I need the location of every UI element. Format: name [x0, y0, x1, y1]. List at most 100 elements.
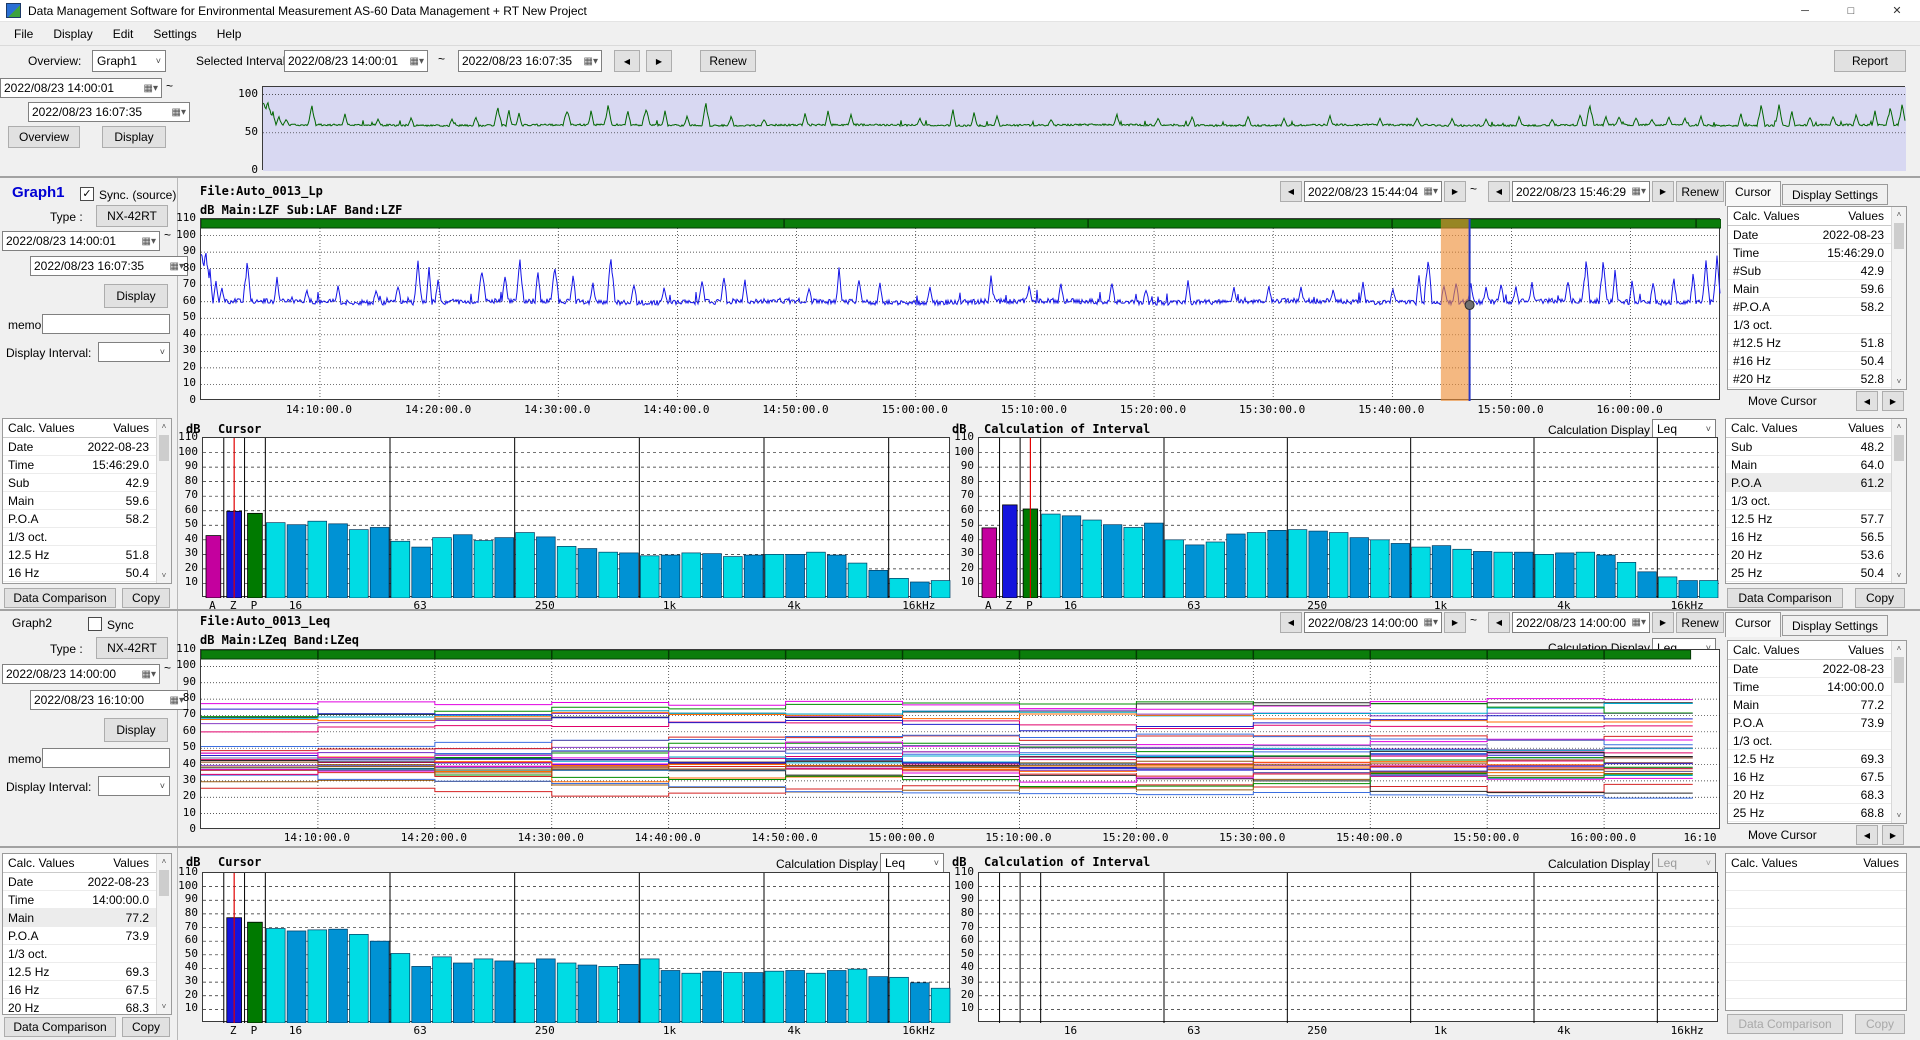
overview-end-date[interactable]: 2022/08/23 16:07:35▦▾ [28, 102, 190, 122]
table-row[interactable]: Main77.2 [1728, 696, 1906, 714]
graph1-nav-end-prev-button[interactable]: ◀ [1488, 181, 1510, 202]
graph1-renew-button[interactable]: Renew [1676, 181, 1724, 202]
menu-edit[interactable]: Edit [103, 24, 144, 44]
selected-interval-start[interactable]: 2022/08/23 14:00:01▦▾ [284, 50, 428, 72]
graph1-move-cursor-left-button[interactable]: ◀ [1856, 391, 1878, 411]
menu-display[interactable]: Display [43, 24, 102, 44]
table-row[interactable]: Main64.0 [1726, 456, 1906, 474]
graph2-move-cursor-left-button[interactable]: ◀ [1856, 825, 1878, 845]
menu-help[interactable]: Help [207, 24, 252, 44]
table-row[interactable]: P.O.A73.9 [1728, 714, 1906, 732]
calendar-icon[interactable]: ▦▾ [1424, 186, 1438, 197]
close-button[interactable]: ✕ [1874, 0, 1920, 22]
calendar-icon[interactable]: ▦▾ [584, 56, 598, 67]
interval-bar-chart[interactable] [978, 437, 1718, 597]
table-row[interactable]: 1/3 oct. [1728, 316, 1906, 334]
calendar-icon[interactable]: ▦▾ [142, 669, 156, 680]
graph1-move-cursor-right-button[interactable]: ▶ [1882, 391, 1904, 411]
graph2-cursor-values-table[interactable]: Calc. ValuesValuesDate2022-08-23Time14:0… [1727, 640, 1907, 824]
graph1-nav-start-next-button[interactable]: ▶ [1444, 181, 1466, 202]
table-row[interactable]: 12.5 Hz69.3 [3, 963, 171, 981]
calendar-icon[interactable]: ▦▾ [1632, 617, 1646, 628]
cursor2-bar-chart[interactable] [202, 872, 950, 1022]
bottom-left-calc-display-select[interactable]: Leq˅ [880, 853, 944, 873]
graph2-nav-end-date[interactable]: 2022/08/23 14:00:00▦▾ [1512, 612, 1650, 633]
cursor-bar-chart[interactable] [202, 437, 950, 597]
scrollbar[interactable]: ˄˅ [1891, 207, 1906, 389]
interval-prev-button[interactable]: ◀ [614, 50, 640, 72]
table-row[interactable]: 25 Hz50.4 [1726, 564, 1906, 582]
graph2-memo-input[interactable] [42, 748, 170, 768]
table-row[interactable]: Date2022-08-23 [1728, 226, 1906, 244]
menu-file[interactable]: File [4, 24, 43, 44]
graph2-display-interval-select[interactable]: ˅ [98, 776, 170, 796]
table-row[interactable]: 1/3 oct. [1726, 492, 1906, 510]
scroll-thumb[interactable] [1894, 435, 1904, 461]
mid-left-copy-button[interactable]: Copy [122, 588, 170, 608]
menu-settings[interactable]: Settings [143, 24, 206, 44]
graph2-nav-start-next-button[interactable]: ▶ [1444, 612, 1466, 633]
table-row[interactable]: 25 Hz68.8 [1728, 804, 1906, 822]
graph2-nav-start-prev-button[interactable]: ◀ [1280, 612, 1302, 633]
table-row[interactable]: Main59.6 [3, 492, 171, 510]
scrollbar[interactable]: ˄˅ [1891, 419, 1906, 583]
overview-start-date[interactable]: 2022/08/23 14:00:01▦▾ [0, 78, 162, 98]
mid-left-data-comparison-button[interactable]: Data Comparison [4, 588, 116, 608]
table-row[interactable]: Date2022-08-23 [3, 873, 171, 891]
table-row[interactable]: Main59.6 [1728, 280, 1906, 298]
graph1-calc-values-table[interactable]: Calc. ValuesValuesDate2022-08-23Time15:4… [2, 418, 172, 584]
maximize-button[interactable]: □ [1828, 0, 1874, 22]
bottom-left-copy-button[interactable]: Copy [122, 1017, 170, 1037]
table-row[interactable]: #20 Hz52.8 [1728, 370, 1906, 388]
interval-calc-values-table[interactable]: Calc. ValuesValuesSub48.2Main64.0P.O.A61… [1725, 418, 1907, 584]
graph1-display-button[interactable]: Display [104, 284, 168, 308]
graph1-tab-display-settings[interactable]: Display Settings [1782, 184, 1888, 205]
table-row[interactable]: Main77.2 [3, 909, 171, 927]
selected-interval-end[interactable]: 2022/08/23 16:07:35▦▾ [458, 50, 602, 72]
calendar-icon[interactable]: ▦▾ [1424, 617, 1438, 628]
graph1-tab-cursor[interactable]: Cursor [1725, 181, 1781, 206]
table-row[interactable]: 20 Hz68.3 [3, 999, 171, 1015]
mid-calc-display-select[interactable]: Leq˅ [1652, 419, 1716, 439]
graph2-calc-values-table[interactable]: Calc. ValuesValuesDate2022-08-23Time14:0… [2, 853, 172, 1015]
table-row[interactable]: 1/3 oct. [3, 945, 171, 963]
table-row[interactable]: 20 Hz53.6 [1726, 546, 1906, 564]
table-row[interactable]: Sub42.9 [3, 474, 171, 492]
overview-display-button[interactable]: Display [102, 126, 166, 148]
graph1-nav-start-date[interactable]: 2022/08/23 15:44:04▦▾ [1304, 181, 1442, 202]
graph1-nav-end-next-button[interactable]: ▶ [1652, 181, 1674, 202]
toolbar-renew-button[interactable]: Renew [700, 50, 756, 72]
interval2-bar-chart[interactable] [978, 872, 1718, 1022]
scroll-up-icon[interactable]: ˄ [1892, 420, 1906, 433]
scroll-down-icon[interactable]: ˅ [1892, 809, 1906, 822]
bottom-left-data-comparison-button[interactable]: Data Comparison [4, 1017, 116, 1037]
table-row[interactable]: #12.5 Hz51.8 [1728, 334, 1906, 352]
graph2-tab-display-settings[interactable]: Display Settings [1782, 615, 1888, 636]
graph1-nav-end-date[interactable]: 2022/08/23 15:46:29▦▾ [1512, 181, 1650, 202]
table-row[interactable]: Sub48.2 [1726, 438, 1906, 456]
graph1-type-button[interactable]: NX-42RT [96, 205, 168, 227]
scroll-down-icon[interactable]: ˅ [1892, 569, 1906, 582]
graph1-start-date[interactable]: 2022/08/23 14:00:01▦▾ [2, 231, 160, 251]
report-button[interactable]: Report [1834, 50, 1906, 72]
table-row[interactable]: Date2022-08-23 [1728, 660, 1906, 678]
graph1-cursor-values-table[interactable]: Calc. ValuesValuesDate2022-08-23Time15:4… [1727, 206, 1907, 390]
graph2-display-button[interactable]: Display [104, 718, 168, 742]
table-row[interactable]: #P.O.A58.2 [1728, 298, 1906, 316]
scroll-up-icon[interactable]: ˄ [1892, 642, 1906, 655]
graph2-type-button[interactable]: NX-42RT [96, 637, 168, 659]
calendar-icon[interactable]: ▦▾ [144, 83, 158, 94]
minimize-button[interactable]: ─ [1782, 0, 1828, 22]
scroll-up-icon[interactable]: ˄ [1892, 208, 1906, 221]
table-row[interactable]: #16 Hz50.4 [1728, 352, 1906, 370]
scrollbar[interactable]: ˄˅ [1891, 641, 1906, 823]
table-row[interactable]: 12.5 Hz57.7 [1726, 510, 1906, 528]
scroll-thumb[interactable] [1894, 223, 1904, 249]
scroll-thumb[interactable] [1894, 657, 1904, 683]
interval-next-button[interactable]: ▶ [646, 50, 672, 72]
graph1-display-interval-select[interactable]: ˅ [98, 342, 170, 362]
mid-right-copy-button[interactable]: Copy [1855, 588, 1905, 608]
graph2-nav-end-next-button[interactable]: ▶ [1652, 612, 1674, 633]
table-row[interactable]: 12.5 Hz69.3 [1728, 750, 1906, 768]
graph2-nav-end-prev-button[interactable]: ◀ [1488, 612, 1510, 633]
